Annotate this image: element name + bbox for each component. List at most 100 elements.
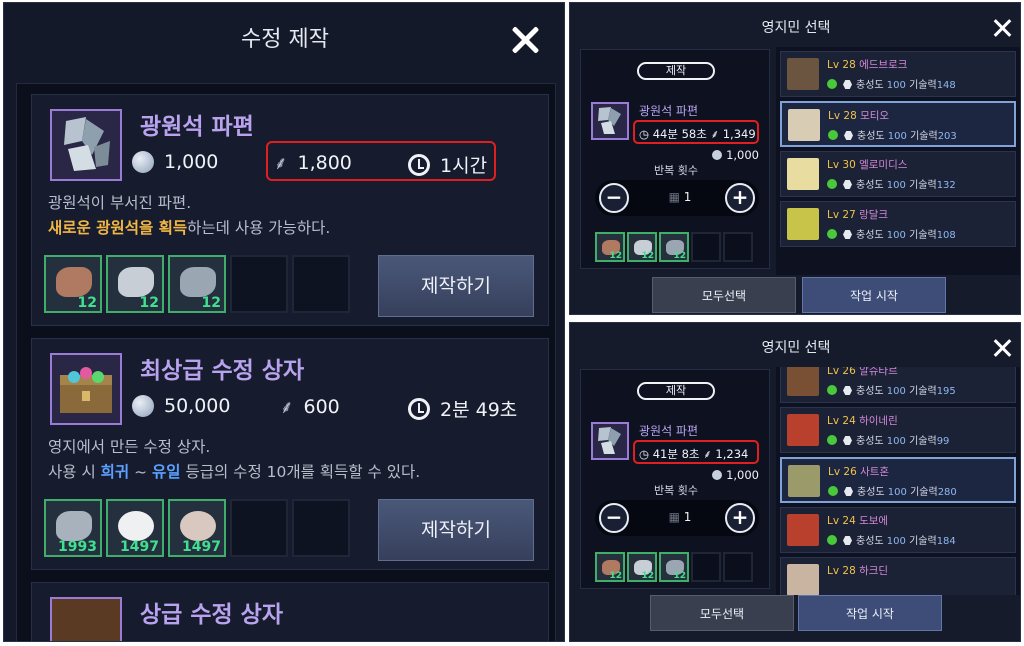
coin-cost: 50,000 (132, 395, 230, 417)
highlight-box (266, 141, 496, 181)
labor-cost: ⸙ 600 (280, 396, 340, 418)
increment-button[interactable]: + (725, 183, 755, 213)
material-slot[interactable]: 1497 (168, 499, 226, 557)
craft-button[interactable]: 제작하기 (378, 255, 534, 317)
panel-title: 영지민 선택 (761, 340, 831, 356)
empty-slot (723, 232, 753, 262)
craft-summary: 제작 광원석 파편 ◷ 41분 8초 ⸙ 1,234 1,000 반복 횟수 −… (580, 369, 770, 589)
recipe-name: 상급 수정 상자 (140, 602, 283, 628)
repeat-label: 반복 횟수 (654, 484, 698, 497)
empty-slot (723, 552, 753, 582)
labor-icon: ⸙ (280, 397, 294, 418)
recipe-name: 광원석 파편 (140, 114, 254, 140)
worker-avatar (787, 158, 819, 190)
coin-cost: 1,000 (712, 468, 759, 482)
decrement-button[interactable]: − (599, 503, 629, 533)
craft-tag: 제작 (637, 62, 715, 80)
worker-avatar (787, 514, 819, 546)
worker-select-panel: 영지민 선택 제작 광원석 파편 ◷ 41분 8초 ⸙ 1,234 1,000 … (569, 322, 1021, 642)
coin-icon (712, 470, 723, 480)
material-slots: 12 12 12 (595, 232, 753, 262)
worker-row-selected[interactable]: Lv 26 사트혼 충성도 100 기술력280 (780, 457, 1016, 503)
material-slot[interactable]: 12 (106, 255, 164, 313)
material-slot[interactable]: 12 (659, 232, 689, 262)
craft-tag: 제작 (637, 382, 715, 400)
repeat-stepper: − ▦ 1 + (595, 180, 759, 216)
clock-icon (408, 397, 430, 420)
select-all-button[interactable]: 모두선택 (652, 277, 796, 313)
worker-list[interactable]: Lv 28 에드브로크 충성도 100 기술력148 Lv 28 모티오 충성도… (776, 47, 1020, 275)
material-slot[interactable]: 12 (659, 552, 689, 582)
close-icon[interactable] (510, 25, 540, 55)
craft-summary: 제작 광원석 파편 ◷ 44분 58초 ⸙ 1,349 1,000 반복 횟수 … (580, 49, 770, 269)
item-name: 광원석 파편 (639, 424, 699, 438)
worker-row[interactable]: Lv 30 엘로미디스 충성도 100 기술력132 (780, 151, 1016, 197)
close-icon[interactable] (994, 339, 1012, 357)
highlight-box (633, 440, 759, 464)
repeat-label: 반복 횟수 (654, 164, 698, 177)
worker-row[interactable]: Lv 28 하크딘 (780, 557, 1016, 595)
repeat-value[interactable]: ▦ 1 (655, 190, 705, 204)
increment-button[interactable]: + (725, 503, 755, 533)
worker-avatar (787, 58, 819, 90)
worker-avatar (787, 208, 819, 240)
worker-row[interactable]: Lv 27 랑달크 충성도 100 기술력108 (780, 201, 1016, 247)
craft-time: 2분 49초 (408, 395, 517, 422)
crystal-fragment-icon (50, 109, 122, 181)
coin-icon (132, 395, 154, 417)
start-work-button[interactable]: 작업 시작 (798, 595, 942, 631)
material-slot[interactable]: 12 (44, 255, 102, 313)
recipe-description: 영지에서 만든 수정 상자. 사용 시 희귀 ~ 유일 등급의 수정 10개를 … (48, 438, 421, 481)
material-slot[interactable]: 1497 (106, 499, 164, 557)
worker-avatar (787, 564, 819, 595)
worker-avatar (788, 109, 820, 141)
material-slots: 12 12 12 (595, 552, 753, 582)
worker-row[interactable]: Lv 28 에드브로크 충성도 100 기술력148 (780, 51, 1016, 97)
material-slot[interactable]: 12 (627, 232, 657, 262)
recipe-description: 광원석이 부서진 파편. 새로운 광원석을 획득하는데 사용 가능하다. (48, 194, 331, 237)
start-work-button[interactable]: 작업 시작 (802, 277, 946, 313)
close-icon[interactable] (994, 19, 1012, 37)
crystal-fragment-icon (591, 102, 629, 140)
worker-row-selected[interactable]: Lv 28 모티오 충성도 100 기술력203 (780, 101, 1016, 147)
material-slot[interactable]: 12 (168, 255, 226, 313)
coin-cost: 1,000 (132, 151, 218, 173)
material-slot[interactable]: 12 (627, 552, 657, 582)
recipe-list[interactable]: 광원석 파편 1,000 ⸙ 1,800 1시간 광원석이 부서진 파편. 새로운… (16, 83, 556, 641)
worker-avatar (787, 414, 819, 446)
empty-slot (292, 255, 350, 313)
worker-row[interactable]: Lv 26 알슈타르 충성도 100 기술력195 (780, 367, 1016, 403)
recipe-card: 상급 수정 상자 (31, 582, 549, 641)
worker-select-panel: 영지민 선택 제작 광원석 파편 ◷ 44분 58초 ⸙ 1,349 1,000… (569, 2, 1021, 315)
repeat-stepper: − ▦ 1 + (595, 500, 759, 536)
worker-avatar (787, 367, 819, 396)
material-slot[interactable]: 1993 (44, 499, 102, 557)
coin-icon (132, 151, 154, 173)
decrement-button[interactable]: − (599, 183, 629, 213)
highlight-box (633, 120, 759, 144)
worker-row[interactable]: Lv 24 도보에 충성도 100 기술력184 (780, 507, 1016, 553)
recipe-name: 최상급 수정 상자 (140, 358, 305, 384)
treasure-chest-icon (50, 353, 122, 425)
panel-title: 수정 제작 (241, 27, 329, 52)
panel-title: 영지민 선택 (761, 20, 831, 36)
worker-avatar (788, 465, 820, 497)
empty-slot (691, 552, 721, 582)
material-slots: 1993 1497 1497 (44, 499, 350, 557)
material-slot[interactable]: 12 (595, 232, 625, 262)
crystal-crafting-panel: 수정 제작 광원석 파편 1,000 ⸙ 1,800 1시간 광원석이 부서진 파… (3, 2, 565, 642)
craft-button[interactable]: 제작하기 (378, 499, 534, 561)
select-all-button[interactable]: 모두선택 (650, 595, 794, 631)
material-slot[interactable]: 12 (595, 552, 625, 582)
empty-slot (230, 255, 288, 313)
chest-icon (50, 597, 122, 641)
screenshot-root: 수정 제작 광원석 파편 1,000 ⸙ 1,800 1시간 광원석이 부서진 파… (0, 0, 1024, 646)
empty-slot (691, 232, 721, 262)
item-name: 광원석 파편 (639, 104, 699, 118)
recipe-card: 최상급 수정 상자 50,000 ⸙ 600 2분 49초 영지에서 만든 수정 … (31, 338, 549, 570)
worker-list[interactable]: Lv 26 알슈타르 충성도 100 기술력195 Lv 24 하이네린 충성도… (776, 367, 1020, 595)
repeat-value[interactable]: ▦ 1 (655, 510, 705, 524)
coin-cost: 1,000 (712, 148, 759, 162)
material-slots: 12 12 12 (44, 255, 350, 313)
worker-row[interactable]: Lv 24 하이네린 충성도 100 기술력99 (780, 407, 1016, 453)
